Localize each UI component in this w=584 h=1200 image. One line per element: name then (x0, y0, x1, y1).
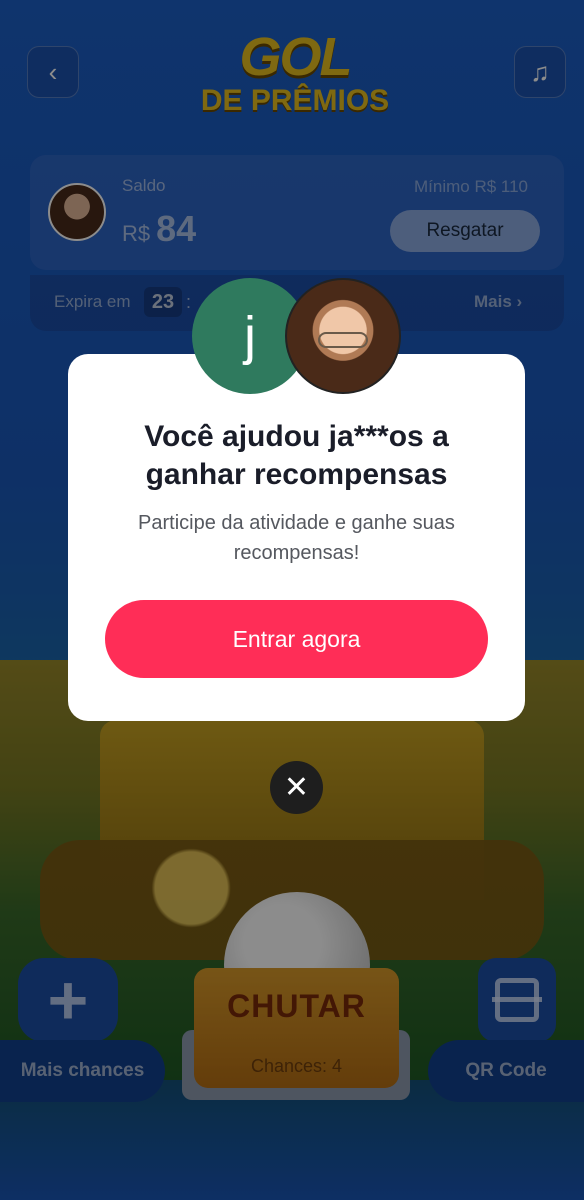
modal-title-line-2: ganhar recompensas (145, 458, 448, 491)
modal-subtitle-line-2: recompensas! (233, 542, 360, 564)
glasses-detail (318, 332, 368, 348)
modal-title: Você ajudou ja***os a ganhar recompensas (68, 418, 525, 494)
enter-now-button[interactable]: Entrar agora (105, 600, 488, 678)
modal-subtitle: Participe da atividade e ganhe suas reco… (90, 508, 503, 568)
close-icon: ✕ (283, 771, 310, 804)
modal-subtitle-line-1: Participe da atividade e ganhe suas (138, 512, 455, 534)
close-modal-button[interactable]: ✕ (270, 761, 323, 814)
modal-title-line-1: Você ajudou ja***os a (144, 420, 449, 453)
